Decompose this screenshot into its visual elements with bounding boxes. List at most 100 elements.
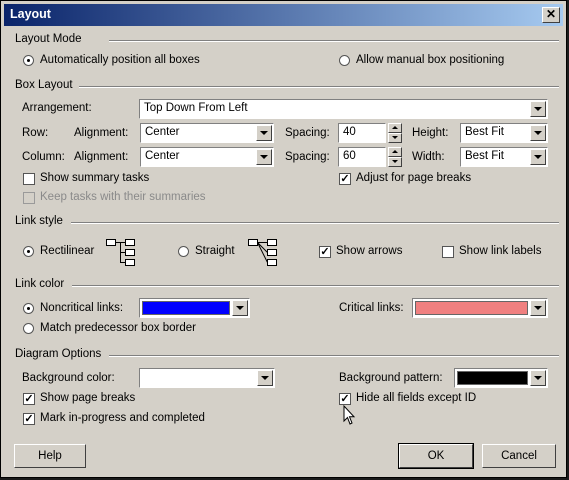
diagram-options-heading: Diagram Options xyxy=(15,348,102,360)
show-link-labels-label[interactable]: Show link labels xyxy=(459,245,541,257)
chevron-down-icon[interactable] xyxy=(256,149,272,165)
critical-color-swatch xyxy=(415,301,528,315)
show-arrows-label[interactable]: Show arrows xyxy=(336,245,402,257)
mark-progress-checkbox[interactable]: ✓ xyxy=(23,413,35,425)
checkmark-icon: ✓ xyxy=(24,393,34,405)
link-style-heading: Link style xyxy=(15,215,63,227)
row-label: Row: xyxy=(22,127,49,139)
background-pattern-swatch xyxy=(457,371,528,385)
row-spacing-input[interactable]: 40 xyxy=(338,123,386,143)
column-spacing-input[interactable]: 60 xyxy=(338,147,386,167)
checkmark-icon: ✓ xyxy=(340,173,350,185)
keep-tasks-label: Keep tasks with their summaries xyxy=(40,191,206,203)
manual-position-label[interactable]: Allow manual box positioning xyxy=(356,54,504,66)
spin-up-icon[interactable] xyxy=(388,123,402,133)
background-pattern-label: Background pattern: xyxy=(339,372,443,384)
column-width-value: Best Fit xyxy=(465,150,504,162)
chevron-down-icon[interactable] xyxy=(256,125,272,141)
row-spacing-label: Spacing: xyxy=(285,127,330,139)
arrangement-value: Top Down From Left xyxy=(144,102,248,114)
column-spacing-value: 60 xyxy=(343,150,356,162)
layout-mode-heading: Layout Mode xyxy=(15,33,82,45)
layout-dialog: Layout ✕ Layout Mode Automatically posit… xyxy=(0,0,567,478)
background-pattern-select[interactable] xyxy=(454,368,548,388)
spin-down-icon[interactable] xyxy=(388,157,402,167)
background-color-select[interactable] xyxy=(139,368,275,388)
mouse-cursor-icon xyxy=(343,405,356,425)
close-button[interactable]: ✕ xyxy=(542,7,560,23)
match-predecessor-radio[interactable] xyxy=(23,323,34,334)
column-alignment-label: Alignment: xyxy=(74,151,129,163)
mark-progress-label[interactable]: Mark in-progress and completed xyxy=(40,412,205,424)
link-color-section: Link color xyxy=(15,278,559,292)
checkmark-icon: ✓ xyxy=(340,393,350,405)
ok-button[interactable]: OK xyxy=(398,443,474,469)
keep-tasks-checkbox xyxy=(23,192,35,204)
straight-radio[interactable] xyxy=(178,246,189,257)
critical-label: Critical links: xyxy=(339,302,404,314)
spin-up-icon[interactable] xyxy=(388,147,402,157)
rectilinear-radio[interactable] xyxy=(23,246,34,257)
checkmark-icon: ✓ xyxy=(320,246,330,258)
auto-position-radio[interactable] xyxy=(23,55,34,66)
row-spacing-spinner[interactable] xyxy=(388,123,402,143)
chevron-down-icon[interactable] xyxy=(530,370,546,386)
arrangement-select[interactable]: Top Down From Left xyxy=(139,99,548,119)
column-label: Column: xyxy=(22,151,65,163)
hide-fields-label[interactable]: Hide all fields except ID xyxy=(356,392,476,404)
window-title: Layout xyxy=(10,7,51,21)
spin-down-icon[interactable] xyxy=(388,133,402,143)
title-bar[interactable]: Layout ✕ xyxy=(4,4,563,26)
chevron-down-icon[interactable] xyxy=(530,125,546,141)
link-style-section: Link style xyxy=(15,215,559,229)
column-spacing-label: Spacing: xyxy=(285,151,330,163)
show-page-breaks-checkbox[interactable]: ✓ xyxy=(23,393,35,405)
column-spacing-spinner[interactable] xyxy=(388,147,402,167)
show-summary-label[interactable]: Show summary tasks xyxy=(40,172,149,184)
box-layout-section: Box Layout xyxy=(15,79,559,93)
noncritical-label[interactable]: Noncritical links: xyxy=(40,302,123,314)
chevron-down-icon[interactable] xyxy=(232,300,248,316)
show-arrows-checkbox[interactable]: ✓ xyxy=(319,246,331,258)
column-width-select[interactable]: Best Fit xyxy=(460,147,548,167)
critical-color-select[interactable] xyxy=(412,298,548,318)
noncritical-color-swatch xyxy=(142,301,230,315)
row-height-label: Height: xyxy=(412,127,449,139)
straight-link-icon xyxy=(248,239,277,266)
link-color-heading: Link color xyxy=(15,278,65,290)
show-summary-checkbox[interactable] xyxy=(23,173,35,185)
adjust-breaks-checkbox[interactable]: ✓ xyxy=(339,173,351,185)
column-width-label: Width: xyxy=(412,151,445,163)
box-layout-heading: Box Layout xyxy=(15,79,73,91)
noncritical-radio[interactable] xyxy=(23,303,34,314)
diagram-options-section: Diagram Options xyxy=(15,348,559,362)
background-color-swatch xyxy=(142,371,255,385)
column-alignment-select[interactable]: Center xyxy=(140,147,274,167)
rectilinear-link-icon xyxy=(106,239,135,266)
show-page-breaks-label[interactable]: Show page breaks xyxy=(40,392,135,404)
auto-position-label[interactable]: Automatically position all boxes xyxy=(40,54,200,66)
row-height-value: Best Fit xyxy=(465,126,504,138)
row-alignment-select[interactable]: Center xyxy=(140,123,274,143)
straight-label[interactable]: Straight xyxy=(195,245,235,257)
show-link-labels-checkbox[interactable] xyxy=(442,246,454,258)
layout-mode-section: Layout Mode xyxy=(15,33,559,47)
chevron-down-icon[interactable] xyxy=(530,101,546,117)
chevron-down-icon[interactable] xyxy=(530,149,546,165)
noncritical-color-select[interactable] xyxy=(139,298,250,318)
cancel-button[interactable]: Cancel xyxy=(482,444,556,468)
chevron-down-icon[interactable] xyxy=(530,300,546,316)
manual-position-radio[interactable] xyxy=(339,55,350,66)
chevron-down-icon[interactable] xyxy=(257,370,273,386)
arrangement-label: Arrangement: xyxy=(22,102,92,114)
rectilinear-label[interactable]: Rectilinear xyxy=(40,245,94,257)
row-height-select[interactable]: Best Fit xyxy=(460,123,548,143)
adjust-breaks-label[interactable]: Adjust for page breaks xyxy=(356,172,471,184)
row-alignment-label: Alignment: xyxy=(74,127,129,139)
column-alignment-value: Center xyxy=(145,150,180,162)
help-button[interactable]: Help xyxy=(14,444,86,468)
hide-fields-checkbox[interactable]: ✓ xyxy=(339,393,351,405)
row-alignment-value: Center xyxy=(145,126,180,138)
match-predecessor-label[interactable]: Match predecessor box border xyxy=(40,322,196,334)
row-spacing-value: 40 xyxy=(343,126,356,138)
